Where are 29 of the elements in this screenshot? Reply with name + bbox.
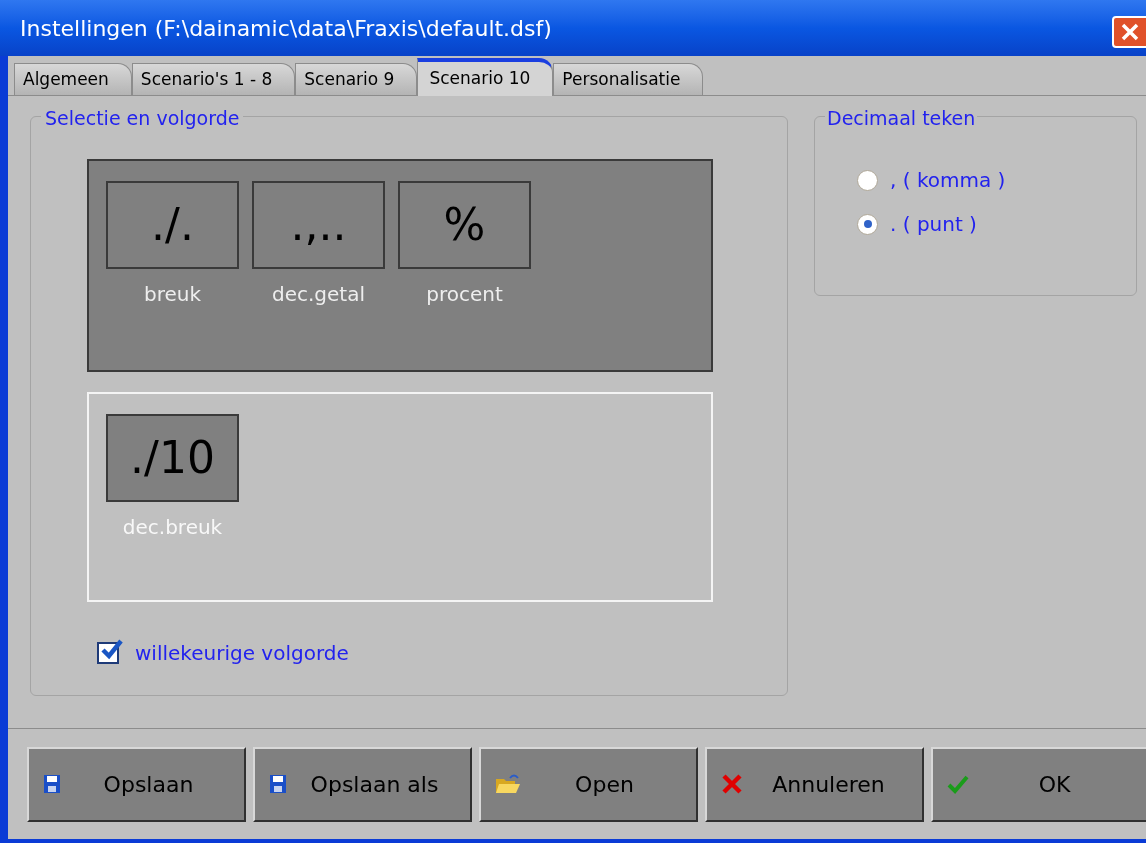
tile[interactable]: % [398,181,531,269]
checkbox-label[interactable]: willekeurige volgorde [135,638,349,668]
window-title: Instellingen (F:\dainamic\data\Fraxis\default.dsf) [20,14,552,43]
folder-icon [495,773,521,795]
tab[interactable]: Algemeen [14,63,132,95]
tab[interactable]: Scenario 10 [417,58,554,96]
cross-icon [721,773,743,795]
dialog-button[interactable]: Annuleren [705,746,924,822]
dialog-button[interactable]: Opslaan [27,746,246,822]
dialog-button[interactable]: Opslaan als [253,746,472,822]
radio-label[interactable]: , ( komma ) [890,165,1006,195]
radio-button[interactable] [857,213,878,235]
tab[interactable]: Personalisatie [553,63,704,95]
close-icon [1120,22,1140,42]
radio-button[interactable] [857,169,878,191]
radio-label[interactable]: . ( punt ) [890,209,977,239]
tile[interactable]: ./10 [106,414,239,502]
tile-label: dec.getal [272,281,365,308]
checkmark-icon [947,774,969,794]
tile-label: dec.breuk [122,514,223,541]
tab[interactable]: Scenario's 1 - 8 [131,63,296,95]
tile[interactable]: ./. [106,181,239,269]
tile-label: procent [426,281,503,308]
tile-label: breuk [143,281,201,308]
close-button[interactable] [1112,16,1146,48]
dialog-button[interactable]: OK [931,746,1146,822]
tab[interactable]: Scenario 9 [295,63,418,95]
dialog-button[interactable]: Open [479,746,698,822]
tile[interactable]: .,.. [252,181,385,269]
